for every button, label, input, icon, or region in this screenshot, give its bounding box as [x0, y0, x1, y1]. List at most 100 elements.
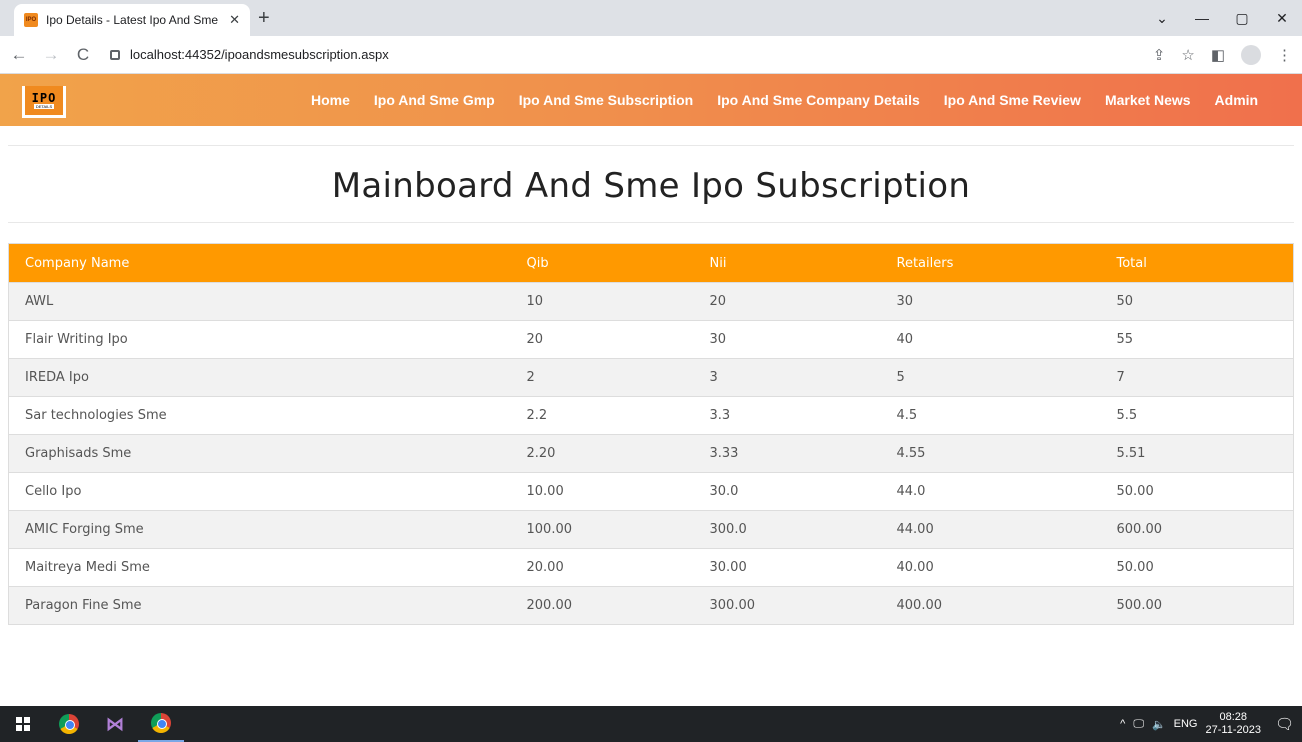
windows-taskbar: ⋈ ^ 🖵 🔈 ENG 08:28 27-11-2023 🗨	[0, 706, 1302, 742]
table-row: IREDA Ipo 2 3 5 7	[8, 358, 1294, 397]
reload-icon[interactable]: C	[70, 45, 96, 65]
cell-qib: 2.20	[510, 434, 694, 473]
visual-studio-icon: ⋈	[106, 713, 124, 734]
cell-retailers: 30	[880, 282, 1101, 321]
forward-arrow-icon[interactable]: →	[38, 45, 64, 65]
cell-qib: 10	[510, 282, 694, 321]
cell-total: 600.00	[1100, 510, 1294, 549]
browser-tab[interactable]: IPO Ipo Details - Latest Ipo And Sme ✕	[14, 4, 250, 36]
nav-company-details[interactable]: Ipo And Sme Company Details	[717, 92, 920, 108]
cell-qib: 200.00	[510, 586, 694, 625]
table-header-row: Company Name Qib Nii Retailers Total	[8, 243, 1294, 283]
cell-qib: 100.00	[510, 510, 694, 549]
col-header-qib: Qib	[510, 243, 694, 283]
nav-home[interactable]: Home	[311, 92, 350, 108]
cell-total: 50.00	[1100, 472, 1294, 511]
cell-nii: 30.0	[693, 472, 881, 511]
cell-total: 50	[1100, 282, 1294, 321]
cell-nii: 30.00	[693, 548, 881, 587]
cell-qib: 20	[510, 320, 694, 359]
notification-icon[interactable]: 🗨	[1275, 715, 1294, 733]
logo-subtext: DETAILS	[33, 104, 55, 109]
menu-kebab-icon[interactable]: ⋮	[1277, 46, 1292, 64]
chevron-up-icon[interactable]: ^	[1120, 718, 1125, 730]
cell-retailers: 44.00	[880, 510, 1101, 549]
cell-qib: 10.00	[510, 472, 694, 511]
cell-company: AWL	[8, 282, 511, 321]
cell-nii: 300.0	[693, 510, 881, 549]
volume-muted-icon[interactable]: 🔈	[1152, 718, 1166, 731]
cell-nii: 3	[693, 358, 881, 397]
cell-company: Sar technologies Sme	[8, 396, 511, 435]
browser-toolbar: ← → C localhost:44352/ipoandsmesubscript…	[0, 36, 1302, 74]
cell-total: 7	[1100, 358, 1294, 397]
cell-total: 55	[1100, 320, 1294, 359]
page-title: Mainboard And Sme Ipo Subscription	[331, 166, 971, 206]
cell-company: AMIC Forging Sme	[8, 510, 511, 549]
cell-retailers: 40	[880, 320, 1101, 359]
cell-retailers: 400.00	[880, 586, 1101, 625]
col-header-company: Company Name	[8, 243, 511, 283]
site-logo[interactable]: IPO DETAILS	[22, 86, 66, 118]
tab-close-icon[interactable]: ✕	[229, 12, 240, 28]
taskbar-visual-studio[interactable]: ⋈	[92, 706, 138, 742]
site-favicon-icon: IPO	[24, 13, 38, 27]
url-text: localhost:44352/ipoandsmesubscription.as…	[130, 47, 389, 62]
logo-text: IPO	[31, 91, 57, 105]
site-header: IPO DETAILS Home Ipo And Sme Gmp Ipo And…	[0, 74, 1302, 126]
cell-retailers: 4.55	[880, 434, 1101, 473]
new-tab-button[interactable]: +	[258, 7, 270, 30]
minimize-button[interactable]: —	[1182, 10, 1222, 26]
cell-qib: 2	[510, 358, 694, 397]
cell-company: Maitreya Medi Sme	[8, 548, 511, 587]
clock-time: 08:28	[1219, 711, 1247, 723]
window-controls: ⌄ — ▢ ✕	[1142, 0, 1302, 36]
chrome-icon	[59, 714, 79, 734]
back-arrow-icon[interactable]: ←	[6, 45, 32, 65]
taskbar-chrome-active[interactable]	[138, 706, 184, 742]
table-row: Cello Ipo 10.00 30.0 44.0 50.00	[8, 472, 1294, 511]
col-header-total: Total	[1100, 243, 1294, 283]
col-header-retailers: Retailers	[880, 243, 1101, 283]
bookmark-star-icon[interactable]: ☆	[1181, 46, 1194, 64]
toolbar-actions: ⇪ ☆ ◧ ⋮	[1153, 36, 1292, 74]
table-row: AWL 10 20 30 50	[8, 282, 1294, 321]
start-button[interactable]	[0, 706, 46, 742]
chrome-icon	[151, 713, 171, 733]
lock-icon	[110, 49, 120, 60]
clock-date: 27-11-2023	[1205, 724, 1261, 736]
cell-nii: 20	[693, 282, 881, 321]
close-window-button[interactable]: ✕	[1262, 10, 1302, 27]
side-panel-icon[interactable]: ◧	[1211, 46, 1225, 64]
cell-retailers: 5	[880, 358, 1101, 397]
profile-avatar-icon[interactable]	[1241, 45, 1261, 65]
nav-gmp[interactable]: Ipo And Sme Gmp	[374, 92, 495, 108]
nav-admin[interactable]: Admin	[1215, 92, 1259, 108]
nav-review[interactable]: Ipo And Sme Review	[944, 92, 1081, 108]
cell-nii: 300.00	[693, 586, 881, 625]
browser-tab-strip: IPO Ipo Details - Latest Ipo And Sme ✕ +…	[0, 0, 1302, 36]
clock[interactable]: 08:28 27-11-2023	[1206, 711, 1261, 737]
main-nav: Home Ipo And Sme Gmp Ipo And Sme Subscri…	[311, 74, 1282, 126]
maximize-button[interactable]: ▢	[1222, 10, 1262, 27]
taskbar-chrome[interactable]	[46, 706, 92, 742]
share-icon[interactable]: ⇪	[1153, 46, 1166, 64]
nav-subscription[interactable]: Ipo And Sme Subscription	[519, 92, 694, 108]
windows-logo-icon	[16, 717, 30, 731]
cell-company: Paragon Fine Sme	[8, 586, 511, 625]
table-row: AMIC Forging Sme 100.00 300.0 44.00 600.00	[8, 510, 1294, 549]
cell-nii: 30	[693, 320, 881, 359]
cell-retailers: 4.5	[880, 396, 1101, 435]
nav-market-news[interactable]: Market News	[1105, 92, 1191, 108]
cell-retailers: 44.0	[880, 472, 1101, 511]
cell-retailers: 40.00	[880, 548, 1101, 587]
cell-total: 5.5	[1100, 396, 1294, 435]
tab-search-icon[interactable]: ⌄	[1142, 10, 1182, 27]
table-row: Graphisads Sme 2.20 3.33 4.55 5.51	[8, 434, 1294, 473]
system-tray: ^ 🖵 🔈 ENG 08:28 27-11-2023 🗨	[1120, 706, 1294, 742]
network-icon[interactable]: 🖵	[1133, 718, 1144, 731]
cell-nii: 3.3	[693, 396, 881, 435]
cell-qib: 2.2	[510, 396, 694, 435]
language-indicator[interactable]: ENG	[1174, 718, 1198, 730]
address-bar[interactable]: localhost:44352/ipoandsmesubscription.as…	[104, 41, 1164, 69]
